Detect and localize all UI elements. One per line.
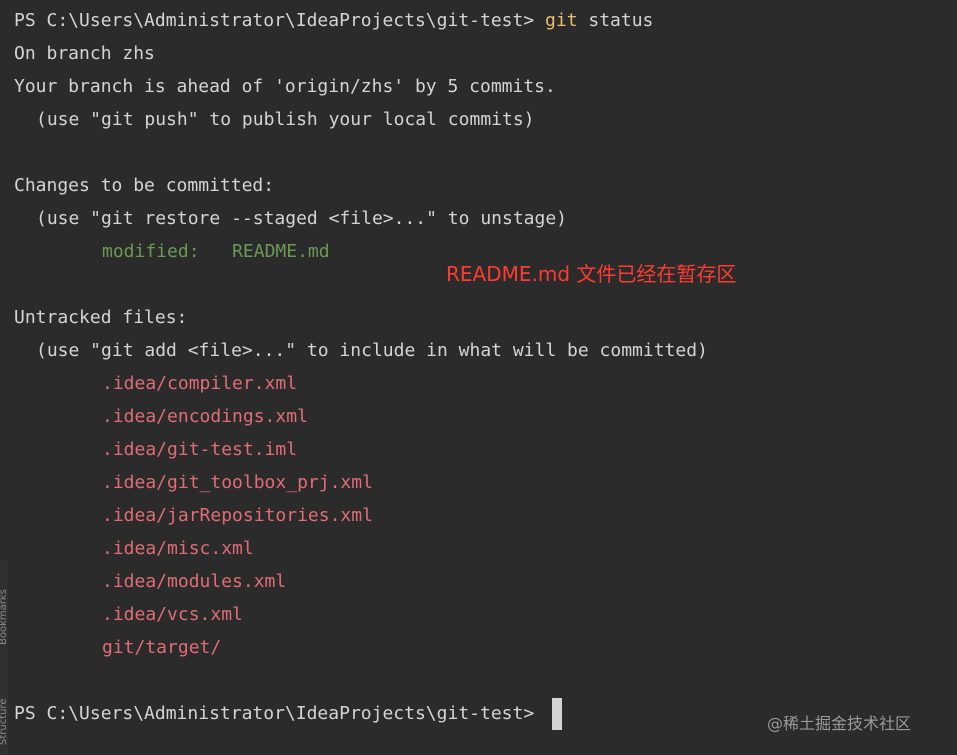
staged-annotation: README.md 文件已经在暂存区 <box>446 262 737 286</box>
command-name: git <box>545 10 578 31</box>
prompt-path: PS C:\Users\Administrator\IdeaProjects\g… <box>14 10 546 31</box>
untracked-file: .idea/misc.xml <box>102 538 254 559</box>
tab-bookmarks[interactable]: Bookmarks <box>0 575 10 645</box>
untracked-hint: (use "git add <file>..." to include in w… <box>36 340 708 361</box>
ahead-line: Your branch is ahead of 'origin/zhs' by … <box>14 76 556 97</box>
command-args: status <box>577 10 654 31</box>
terminal-panel[interactable]: PS C:\Users\Administrator\IdeaProjects\g… <box>0 0 957 755</box>
untracked-file: .idea/jarRepositories.xml <box>102 505 373 526</box>
untracked-file: .idea/git-test.iml <box>102 439 298 460</box>
text-cursor[interactable] <box>552 698 562 730</box>
branch-line: On branch zhs <box>14 43 155 64</box>
untracked-file: .idea/encodings.xml <box>102 406 308 427</box>
staged-heading: Changes to be committed: <box>14 175 275 196</box>
untracked-file: git/target/ <box>102 637 222 658</box>
untracked-file: .idea/modules.xml <box>102 571 287 592</box>
staged-hint: (use "git restore --staged <file>..." to… <box>36 208 568 229</box>
push-hint: (use "git push" to publish your local co… <box>36 109 535 130</box>
command-line: PS C:\Users\Administrator\IdeaProjects\g… <box>14 10 653 32</box>
staged-file-row: modified: README.md <box>102 241 330 263</box>
current-prompt: PS C:\Users\Administrator\IdeaProjects\g… <box>14 703 546 724</box>
untracked-file: .idea/git_toolbox_prj.xml <box>102 472 373 493</box>
untracked-file: .idea/compiler.xml <box>102 373 298 394</box>
tab-structure[interactable]: Structure <box>0 675 10 745</box>
untracked-file: .idea/vcs.xml <box>102 604 243 625</box>
staged-file-name: README.md <box>232 241 330 262</box>
staged-file-status: modified: <box>102 241 200 262</box>
untracked-heading: Untracked files: <box>14 307 188 328</box>
watermark: @稀土掘金技术社区 <box>767 714 912 733</box>
